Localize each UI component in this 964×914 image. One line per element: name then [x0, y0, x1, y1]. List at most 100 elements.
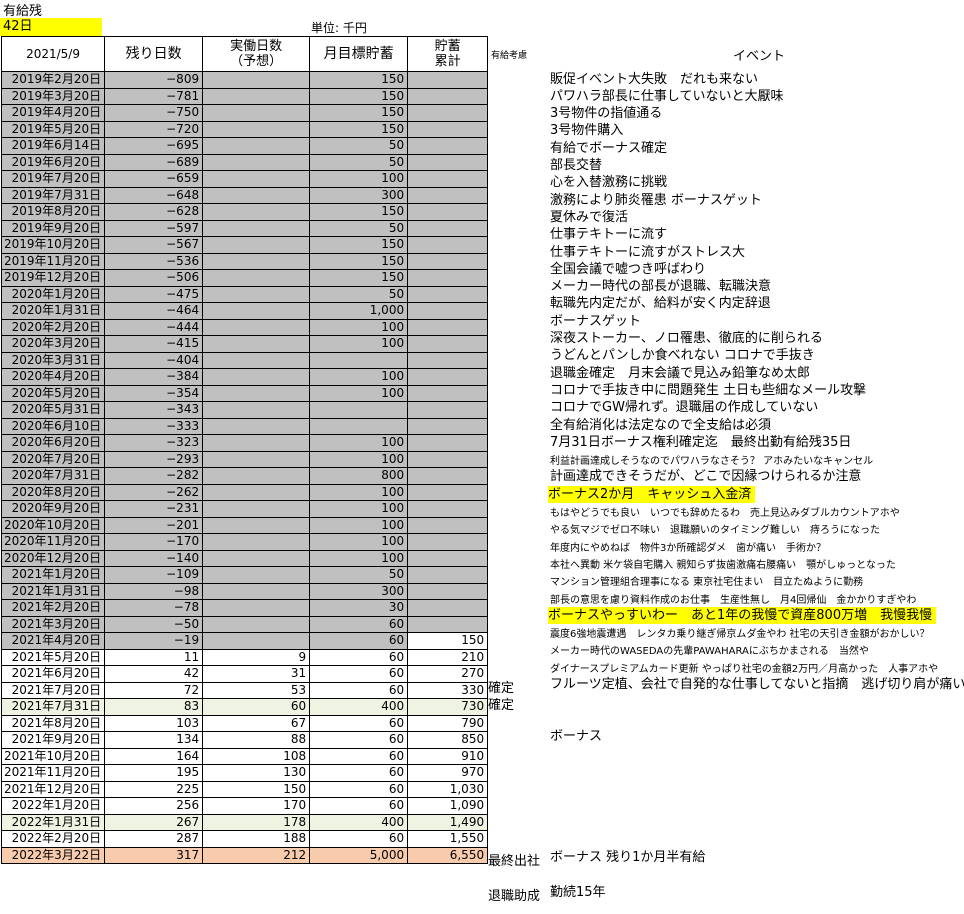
cumulative-cell[interactable] — [407, 566, 489, 584]
cumulative-cell[interactable] — [407, 615, 489, 633]
remaining-cell[interactable]: −78 — [104, 599, 204, 617]
date-cell[interactable]: 2020年10月20日 — [0, 516, 106, 534]
date-cell[interactable]: 2020年1月31日 — [0, 302, 106, 320]
cumulative-cell[interactable] — [407, 285, 489, 303]
target-cell[interactable]: 400 — [309, 813, 409, 831]
cumulative-cell[interactable] — [407, 137, 489, 155]
workdays-cell[interactable] — [202, 566, 311, 584]
date-cell[interactable]: 2020年12月20日 — [0, 549, 106, 567]
remaining-cell[interactable]: −628 — [104, 203, 204, 221]
target-cell[interactable]: 60 — [309, 764, 409, 782]
workdays-cell[interactable] — [202, 450, 311, 468]
remaining-cell[interactable]: −536 — [104, 252, 204, 270]
remaining-cell[interactable]: 42 — [104, 665, 204, 683]
cumulative-cell[interactable]: 330 — [407, 681, 489, 699]
remaining-cell[interactable]: 195 — [104, 764, 204, 782]
cumulative-cell[interactable]: 970 — [407, 764, 489, 782]
remaining-cell[interactable]: −720 — [104, 120, 204, 138]
remaining-cell[interactable]: −404 — [104, 351, 204, 369]
date-cell[interactable]: 2019年6月20日 — [0, 153, 106, 171]
remaining-leave-cell[interactable]: 42日 — [0, 18, 102, 36]
cumulative-cell[interactable]: 1,090 — [407, 797, 489, 815]
remaining-cell[interactable]: −648 — [104, 186, 204, 204]
date-cell[interactable]: 2021年3月20日 — [0, 615, 106, 633]
remaining-cell[interactable]: 164 — [104, 747, 204, 765]
date-cell[interactable]: 2021年4月20日 — [0, 632, 106, 650]
target-cell[interactable]: 60 — [309, 797, 409, 815]
cumulative-cell[interactable] — [407, 417, 489, 435]
remaining-cell[interactable]: 317 — [104, 846, 204, 864]
target-cell[interactable]: 50 — [309, 137, 409, 155]
target-cell[interactable]: 60 — [309, 780, 409, 798]
workdays-cell[interactable] — [202, 615, 311, 633]
remaining-cell[interactable]: −597 — [104, 219, 204, 237]
target-cell[interactable] — [309, 417, 409, 435]
target-cell[interactable]: 300 — [309, 582, 409, 600]
remaining-cell[interactable]: 225 — [104, 780, 204, 798]
date-cell[interactable]: 2020年6月20日 — [0, 434, 106, 452]
date-cell[interactable]: 2020年7月20日 — [0, 450, 106, 468]
target-cell[interactable]: 150 — [309, 252, 409, 270]
remaining-cell[interactable]: −98 — [104, 582, 204, 600]
workdays-cell[interactable]: 88 — [202, 731, 311, 749]
remaining-cell[interactable]: −19 — [104, 632, 204, 650]
date-cell[interactable]: 2021年6月20日 — [0, 665, 106, 683]
cumulative-cell[interactable] — [407, 384, 489, 402]
workdays-cell[interactable] — [202, 516, 311, 534]
workdays-cell[interactable] — [202, 401, 311, 419]
date-cell[interactable]: 2020年5月20日 — [0, 384, 106, 402]
workdays-cell[interactable] — [202, 170, 311, 188]
date-cell[interactable]: 2020年8月20日 — [0, 483, 106, 501]
date-cell[interactable]: 2022年1月31日 — [0, 813, 106, 831]
remaining-cell[interactable]: −140 — [104, 549, 204, 567]
date-cell[interactable]: 2019年7月31日 — [0, 186, 106, 204]
target-cell[interactable]: 100 — [309, 434, 409, 452]
cumulative-cell[interactable] — [407, 203, 489, 221]
target-cell[interactable]: 50 — [309, 285, 409, 303]
remaining-cell[interactable]: −384 — [104, 368, 204, 386]
date-cell[interactable]: 2021年12月20日 — [0, 780, 106, 798]
workdays-cell[interactable] — [202, 236, 311, 254]
target-cell[interactable]: 50 — [309, 153, 409, 171]
cumulative-cell[interactable]: 150 — [407, 632, 489, 650]
cumulative-cell[interactable] — [407, 236, 489, 254]
cumulative-cell[interactable] — [407, 318, 489, 336]
workdays-cell[interactable] — [202, 368, 311, 386]
date-cell[interactable]: 2022年2月20日 — [0, 830, 106, 848]
target-cell[interactable]: 100 — [309, 533, 409, 551]
workdays-cell[interactable]: 53 — [202, 681, 311, 699]
remaining-cell[interactable]: 83 — [104, 698, 204, 716]
target-cell[interactable]: 60 — [309, 615, 409, 633]
cumulative-cell[interactable] — [407, 582, 489, 600]
target-cell[interactable]: 150 — [309, 71, 409, 89]
cumulative-cell[interactable] — [407, 104, 489, 122]
target-cell[interactable]: 150 — [309, 120, 409, 138]
remaining-cell[interactable]: −343 — [104, 401, 204, 419]
remaining-cell[interactable]: 287 — [104, 830, 204, 848]
target-cell[interactable]: 150 — [309, 104, 409, 122]
target-cell[interactable]: 5,000 — [309, 846, 409, 864]
remaining-cell[interactable]: 267 — [104, 813, 204, 831]
cumulative-cell[interactable] — [407, 335, 489, 353]
header-target[interactable]: 月目標貯蓄 — [309, 36, 409, 72]
workdays-cell[interactable]: 170 — [202, 797, 311, 815]
target-cell[interactable]: 50 — [309, 219, 409, 237]
header-remaining[interactable]: 残り日数 — [104, 36, 204, 72]
workdays-cell[interactable] — [202, 302, 311, 320]
target-cell[interactable]: 150 — [309, 236, 409, 254]
workdays-cell[interactable] — [202, 120, 311, 138]
target-cell[interactable]: 60 — [309, 632, 409, 650]
workdays-cell[interactable] — [202, 384, 311, 402]
cumulative-cell[interactable]: 1,550 — [407, 830, 489, 848]
remaining-cell[interactable]: −475 — [104, 285, 204, 303]
cumulative-cell[interactable] — [407, 302, 489, 320]
target-cell[interactable]: 100 — [309, 549, 409, 567]
date-cell[interactable]: 2019年5月20日 — [0, 120, 106, 138]
date-cell[interactable]: 2019年9月20日 — [0, 219, 106, 237]
date-cell[interactable]: 2020年6月10日 — [0, 417, 106, 435]
remaining-cell[interactable]: −109 — [104, 566, 204, 584]
cumulative-cell[interactable]: 210 — [407, 648, 489, 666]
header-cumulative[interactable]: 貯蓄 累計 — [407, 36, 489, 72]
date-cell[interactable]: 2021年7月31日 — [0, 698, 106, 716]
date-cell[interactable]: 2021年5月20日 — [0, 648, 106, 666]
